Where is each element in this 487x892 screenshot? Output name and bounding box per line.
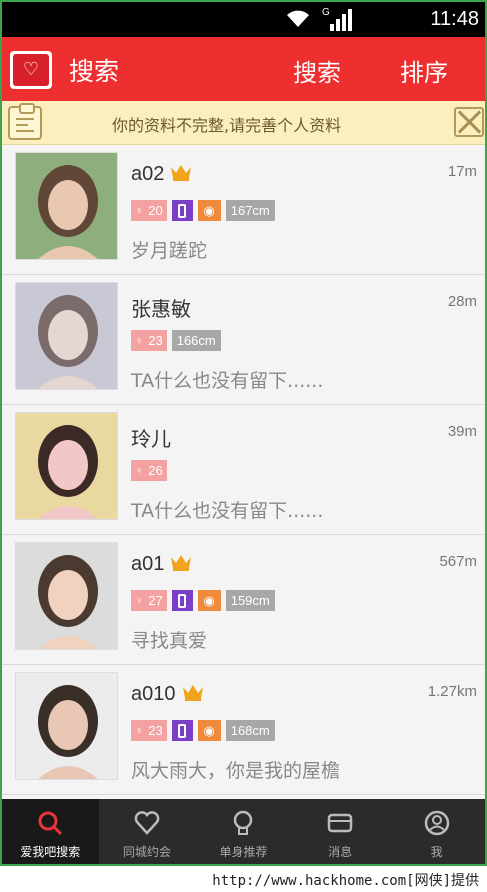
- user-name-line: 玲儿: [131, 423, 171, 452]
- tab-heart[interactable]: 同城约会: [99, 799, 196, 864]
- badge-group: ♀ 23 ◉ 168cm: [131, 720, 275, 742]
- avatar[interactable]: [15, 542, 118, 650]
- height-badge: 159cm: [225, 590, 275, 611]
- app-logo-icon[interactable]: ♡: [10, 51, 52, 89]
- avatar[interactable]: [15, 672, 118, 780]
- phone-verified-icon: [171, 720, 193, 741]
- user-row[interactable]: a010 1.27km ♀ 23 ◉ 168cm 风大雨大，你是我的屋檐: [2, 665, 485, 795]
- age-badge: ♀ 26: [131, 460, 167, 481]
- user-name: a010: [131, 683, 176, 705]
- clock: 11:48: [430, 8, 479, 30]
- tab-label: 爱我吧搜索: [20, 845, 81, 859]
- age-value: 26: [148, 463, 163, 478]
- user-row[interactable]: a01 567m ♀ 27 ◉ 159cm 寻找真爱: [2, 535, 485, 665]
- age-value: 20: [148, 203, 163, 218]
- app-bar: ♡ 搜索 搜索 排序: [2, 37, 485, 101]
- female-icon: ♀: [135, 594, 144, 607]
- female-icon: ♀: [135, 204, 144, 217]
- tab-profile[interactable]: 我: [388, 799, 485, 864]
- female-icon: ♀: [135, 464, 144, 477]
- age-badge: ♀ 23: [131, 720, 167, 741]
- status-bar: G 11:48: [2, 2, 485, 37]
- vip-crown-icon: [170, 553, 192, 577]
- badge-group: ♀ 23 166cm: [131, 330, 221, 352]
- clipboard-icon: [8, 103, 42, 140]
- profile-incomplete-banner[interactable]: 你的资料不完整,请完善个人资料: [2, 101, 485, 145]
- distance: 39m: [447, 423, 477, 440]
- lightbulb-icon: [229, 809, 257, 837]
- badge-group: ♀ 27 ◉ 159cm: [131, 590, 275, 612]
- distance: 567m: [439, 553, 477, 570]
- footer-bar: http://www.hackhome.com[网侠]提供: [0, 866, 487, 892]
- female-icon: ♀: [135, 724, 144, 737]
- height-badge: 166cm: [171, 330, 221, 351]
- close-icon[interactable]: [454, 107, 484, 137]
- page-title: 搜索: [69, 57, 120, 86]
- user-row[interactable]: a02 17m ♀ 20 ◉ 167cm 岁月蹉跎: [2, 145, 485, 275]
- height-badge: 167cm: [225, 200, 275, 221]
- phone-screen: G 11:48 ♡ 搜索 搜索 排序 你的资料不完整,请完善个人资料 a02 1…: [0, 0, 487, 866]
- wifi-icon: [287, 10, 309, 27]
- avatar[interactable]: [15, 282, 118, 390]
- user-list: a02 17m ♀ 20 ◉ 167cm 岁月蹉跎 张惠敏 28m ♀ 23 166cm …: [2, 145, 485, 795]
- sort-button[interactable]: 排序: [400, 53, 448, 88]
- profile-icon: [423, 809, 451, 837]
- age-badge: ♀ 27: [131, 590, 167, 611]
- tab-label: 同城约会: [122, 845, 171, 859]
- avatar[interactable]: [15, 412, 118, 520]
- user-row[interactable]: 玲儿 39m ♀ 26 TA什么也没有留下......: [2, 405, 485, 535]
- signature: 风大雨大，你是我的屋檐: [131, 760, 341, 782]
- age-value: 23: [148, 723, 163, 738]
- signature: 寻找真爱: [131, 630, 208, 652]
- network-type: G: [322, 7, 330, 18]
- user-name: a02: [131, 163, 165, 185]
- vip-crown-icon: [182, 683, 204, 707]
- user-name: 张惠敏: [131, 299, 191, 321]
- user-name: 玲儿: [131, 429, 171, 451]
- avatar[interactable]: [15, 152, 118, 260]
- female-icon: ♀: [135, 334, 144, 347]
- vip-crown-icon: [170, 163, 192, 187]
- search-icon: [36, 809, 64, 837]
- phone-verified-icon: [171, 590, 193, 611]
- user-name-line: 张惠敏: [131, 293, 191, 322]
- tab-search[interactable]: 爱我吧搜索: [2, 799, 99, 864]
- weibo-icon: ◉: [197, 720, 221, 741]
- search-button[interactable]: 搜索: [293, 53, 341, 88]
- signature: TA什么也没有留下......: [131, 500, 324, 522]
- signal-icon: G: [322, 7, 354, 31]
- tab-lightbulb[interactable]: 单身推荐: [195, 799, 292, 864]
- message-icon: [326, 809, 354, 837]
- age-value: 23: [148, 333, 163, 348]
- user-name-line: a01: [131, 553, 192, 577]
- bottom-tab-bar: 爱我吧搜索 同城约会 单身推荐 消息 我: [2, 799, 485, 864]
- app-logo-mark: ♡: [13, 54, 49, 86]
- badge-group: ♀ 26: [131, 460, 167, 482]
- age-value: 27: [148, 593, 163, 608]
- weibo-icon: ◉: [197, 590, 221, 611]
- phone-verified-icon: [171, 200, 193, 221]
- user-name: a01: [131, 553, 165, 575]
- tab-label: 单身推荐: [219, 845, 268, 859]
- tab-label: 消息: [328, 845, 353, 859]
- user-row[interactable]: 张惠敏 28m ♀ 23 166cm TA什么也没有留下......: [2, 275, 485, 405]
- age-badge: ♀ 23: [131, 330, 167, 351]
- distance: 28m: [447, 293, 477, 310]
- weibo-icon: ◉: [197, 200, 221, 221]
- signature: TA什么也没有留下......: [131, 370, 324, 392]
- badge-group: ♀ 20 ◉ 167cm: [131, 200, 275, 222]
- banner-text: 你的资料不完整,请完善个人资料: [112, 116, 342, 135]
- age-badge: ♀ 20: [131, 200, 167, 221]
- user-name-line: a010: [131, 683, 204, 707]
- distance: 1.27km: [427, 683, 477, 700]
- tab-label: 我: [430, 845, 443, 859]
- distance: 17m: [447, 163, 477, 180]
- height-badge: 168cm: [225, 720, 275, 741]
- watermark-text: http://www.hackhome.com[网侠]提供: [212, 873, 479, 889]
- signature: 岁月蹉跎: [131, 240, 208, 262]
- user-name-line: a02: [131, 163, 192, 187]
- heart-icon: [133, 809, 161, 837]
- tab-message[interactable]: 消息: [292, 799, 389, 864]
